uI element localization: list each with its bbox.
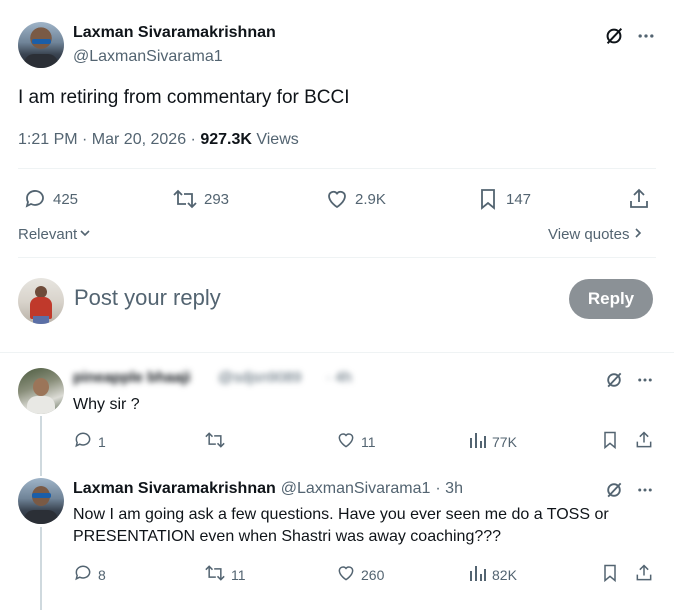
reply-count: 425 <box>53 190 79 208</box>
tweet-time[interactable]: 1:21 PM · Mar 20, 2026 · <box>18 131 200 148</box>
views-action[interactable]: 77K <box>469 430 517 453</box>
reply-header: Laxman Sivaramakrishnan @LaxmanSivarama1… <box>73 480 463 498</box>
views-count: 77K <box>492 433 517 450</box>
reply-time[interactable]: · 4h <box>326 369 352 386</box>
reply-text: Why sir ? <box>73 396 140 413</box>
repost-count: 11 <box>231 566 246 583</box>
reply-action[interactable]: 8 <box>73 563 106 586</box>
like-count: 2.9K <box>355 190 386 208</box>
like-icon <box>325 187 349 211</box>
bookmark-icon[interactable] <box>600 563 620 583</box>
reply-avatar[interactable] <box>18 478 64 524</box>
views-label: Views <box>251 131 299 148</box>
reply-author-handle[interactable]: @sdjsn9089 <box>218 369 302 386</box>
reply-icon <box>73 430 93 453</box>
repost-icon <box>204 430 226 453</box>
divider <box>18 168 656 169</box>
more-icon[interactable] <box>634 24 658 48</box>
like-icon <box>336 430 356 453</box>
divider <box>0 352 674 353</box>
like-icon <box>336 563 356 586</box>
tweet-meta: 1:21 PM · Mar 20, 2026 · 927.3K Views <box>18 131 299 149</box>
grok-icon[interactable] <box>603 479 625 501</box>
repost-count: 293 <box>204 190 230 208</box>
views-count: 927.3K <box>200 131 252 148</box>
reply-author-name[interactable]: Laxman Sivaramakrishnan <box>73 480 276 498</box>
like-count: 260 <box>361 566 385 583</box>
repost-icon <box>172 187 198 211</box>
reply-icon <box>23 187 47 211</box>
reply-text: Now I am going ask a few questions. Have… <box>73 504 663 548</box>
sort-dropdown[interactable]: Relevant <box>18 226 91 243</box>
bookmark-action[interactable]: 147 <box>476 187 531 211</box>
repost-action[interactable] <box>204 430 231 453</box>
more-icon[interactable] <box>634 369 656 391</box>
views-count: 82K <box>492 566 517 583</box>
reply-avatar[interactable] <box>18 368 64 414</box>
bookmark-count: 147 <box>506 190 532 208</box>
like-count: 11 <box>361 433 376 450</box>
reply-action[interactable]: 425 <box>23 187 78 211</box>
reply-text-line: PRESENTATION even when Shastri was away … <box>73 528 502 545</box>
view-quotes-link[interactable]: View quotes <box>548 226 643 243</box>
repost-icon <box>204 563 226 586</box>
grok-icon[interactable] <box>602 24 626 48</box>
thread-line <box>40 527 42 610</box>
analytics-icon <box>469 563 487 586</box>
more-icon[interactable] <box>634 479 656 501</box>
reply-time[interactable]: · 3h <box>435 480 463 498</box>
reply-author-handle[interactable]: @LaxmanSivarama1 <box>281 480 431 498</box>
chevron-right-icon <box>633 226 643 243</box>
chevron-down-icon <box>79 226 91 243</box>
analytics-icon <box>469 430 487 453</box>
bookmark-icon[interactable] <box>600 430 620 450</box>
reply-count: 8 <box>98 566 106 583</box>
thread-line <box>40 416 42 476</box>
reply-button[interactable]: Reply <box>569 279 653 319</box>
bookmark-icon <box>476 187 500 211</box>
reply-action[interactable]: 1 <box>73 430 106 453</box>
like-action[interactable]: 2.9K <box>325 187 386 211</box>
share-icon[interactable] <box>634 430 654 450</box>
author-name[interactable]: Laxman Sivaramakrishnan <box>73 24 276 42</box>
tweet-text: I am retiring from commentary for BCCI <box>18 87 350 108</box>
grok-icon[interactable] <box>603 369 625 391</box>
repost-action[interactable]: 11 <box>204 563 246 586</box>
sort-label: Relevant <box>18 226 78 243</box>
current-user-avatar[interactable] <box>18 278 64 324</box>
views-action[interactable]: 82K <box>469 563 517 586</box>
like-action[interactable]: 11 <box>336 430 376 453</box>
share-icon[interactable] <box>626 187 652 211</box>
like-action[interactable]: 260 <box>336 563 384 586</box>
author-avatar[interactable] <box>18 22 64 68</box>
divider <box>18 257 656 258</box>
author-handle[interactable]: @LaxmanSivarama1 <box>73 48 223 66</box>
reply-text-line: Now I am going ask a few questions. Have… <box>73 506 609 523</box>
repost-action[interactable]: 293 <box>172 187 229 211</box>
reply-icon <box>73 563 93 586</box>
reply-author-name[interactable]: pineapple bhaaji <box>73 369 191 386</box>
reply-count: 1 <box>98 433 106 450</box>
share-icon[interactable] <box>634 563 654 583</box>
view-quotes-label: View quotes <box>548 226 630 243</box>
reply-input[interactable]: Post your reply <box>74 285 221 311</box>
